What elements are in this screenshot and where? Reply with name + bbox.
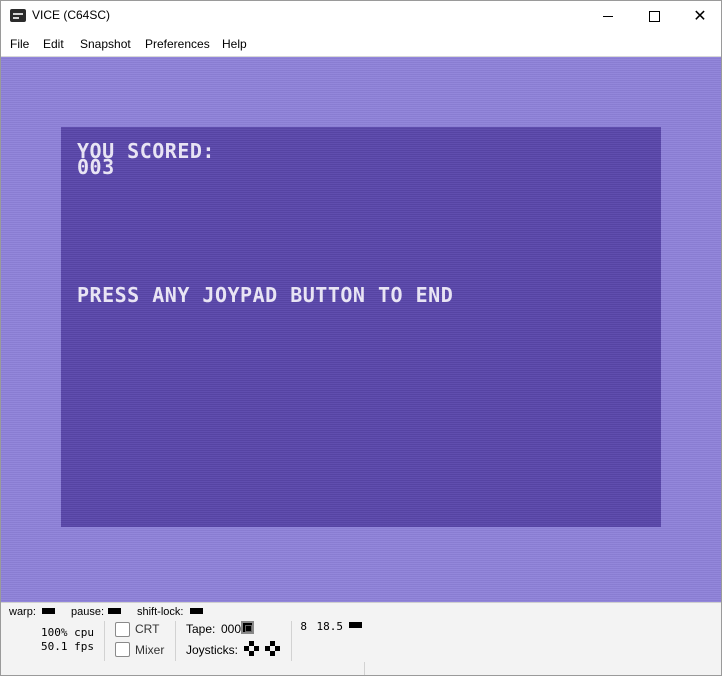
title-bar: VICE (C64SC) ✕ — [1, 1, 721, 32]
menu-bar: File Edit Snapshot Preferences Help — [1, 32, 721, 57]
shift-lock-label: shift-lock: — [137, 606, 184, 618]
menu-help[interactable]: Help — [222, 37, 247, 51]
menu-file[interactable]: File — [10, 37, 29, 51]
warp-led — [42, 608, 55, 614]
tape-label: Tape: — [186, 622, 216, 636]
drive-number: 8 — [300, 620, 307, 633]
window-title: VICE (C64SC) — [32, 8, 111, 22]
maximize-button[interactable] — [631, 1, 677, 32]
minimize-icon — [603, 16, 613, 17]
status-separator — [291, 621, 292, 661]
joystick-2-icon — [265, 641, 280, 656]
status-separator — [104, 621, 105, 661]
drive-led — [349, 622, 362, 628]
c64-display-area: YOU SCORED: 003 PRESS ANY JOYPAD BUTTON … — [61, 127, 661, 527]
score-value: 003 — [77, 155, 115, 179]
fps-readout: 50.1 fps — [41, 640, 94, 653]
close-button[interactable]: ✕ — [677, 1, 721, 32]
crt-label: CRT — [135, 622, 160, 636]
drive-track: 18.5 — [316, 620, 344, 633]
mixer-label: Mixer — [135, 643, 165, 657]
status-bar: warp: pause: shift-lock: 100% cpu 50.1 f… — [1, 602, 721, 675]
cpu-usage: 100% cpu — [41, 626, 94, 639]
menu-edit[interactable]: Edit — [43, 37, 64, 51]
joysticks-label: Joysticks: — [186, 643, 239, 657]
joystick-1-icon — [244, 641, 259, 656]
menu-preferences[interactable]: Preferences — [145, 37, 210, 51]
mixer-checkbox[interactable] — [115, 642, 130, 657]
close-icon: ✕ — [693, 7, 707, 25]
pause-label: pause: — [71, 606, 105, 618]
status-separator — [364, 662, 365, 675]
maximize-icon — [648, 11, 660, 22]
shift-lock-led — [190, 608, 203, 614]
vice-window: VICE (C64SC) ✕ File Edit Snapshot Prefer… — [0, 0, 722, 676]
warp-label: warp: — [9, 606, 36, 618]
pause-led — [108, 608, 121, 614]
press-button-prompt: PRESS ANY JOYPAD BUTTON TO END — [77, 283, 454, 307]
status-separator — [175, 621, 176, 661]
menu-snapshot[interactable]: Snapshot — [80, 37, 131, 51]
crt-checkbox[interactable] — [115, 622, 130, 637]
minimize-button[interactable] — [585, 1, 631, 32]
vice-app-icon — [10, 9, 26, 22]
emulator-screen[interactable]: YOU SCORED: 003 PRESS ANY JOYPAD BUTTON … — [1, 57, 721, 602]
tape-control-icon[interactable] — [241, 621, 254, 634]
tape-counter: 000 — [221, 622, 242, 636]
